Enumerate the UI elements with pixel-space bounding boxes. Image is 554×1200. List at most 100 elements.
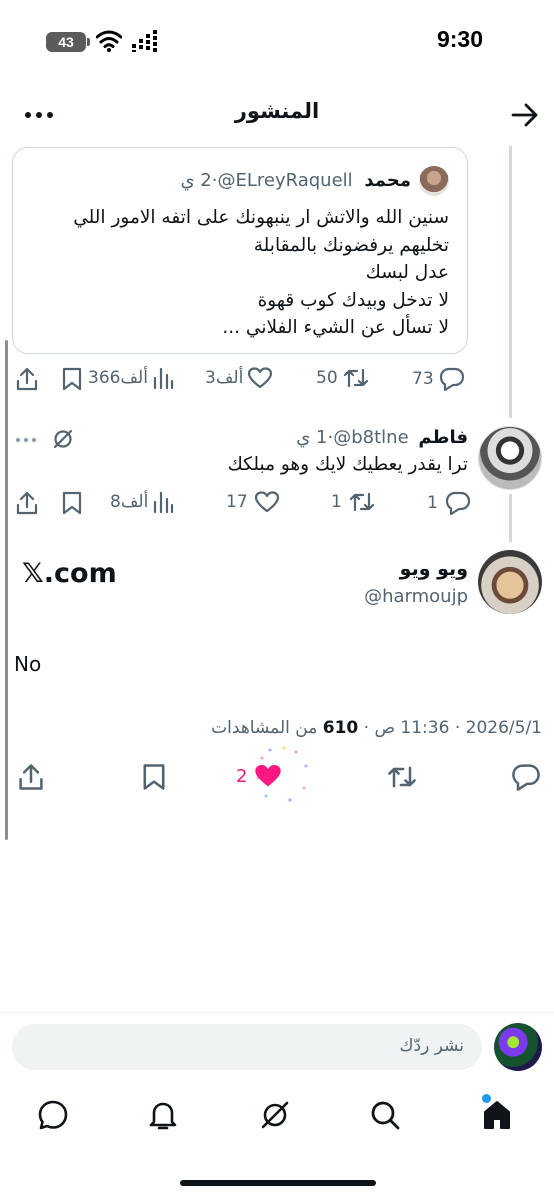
views-count: 8ألف [110, 492, 149, 512]
views-button[interactable]: 8ألف [110, 490, 174, 514]
author-handle: @ELreyRaquell [217, 170, 353, 191]
like-button[interactable]: 3ألف [205, 366, 273, 390]
replies-count: 1 [427, 493, 438, 513]
battery-icon: 43 [46, 32, 86, 52]
post-text: No [14, 652, 42, 676]
header: المنشور [0, 90, 554, 140]
nav-notifications[interactable] [146, 1098, 180, 1132]
repost-button[interactable]: 1 [331, 490, 376, 514]
author-line: محمد @ELreyRaquell·2 ي [180, 170, 411, 191]
analytics-icon [154, 491, 174, 514]
grok-icon [53, 429, 73, 449]
likes-count: 17 [226, 492, 248, 512]
author-name: فاطم [418, 427, 468, 448]
post-date: 2026/5/1 [465, 718, 542, 738]
arrow-right-icon [511, 103, 538, 127]
repost-button[interactable]: 50 [316, 366, 370, 390]
heart-icon [248, 367, 273, 389]
nav-search[interactable] [368, 1098, 402, 1132]
reply-button[interactable]: 73 [412, 366, 466, 392]
bookmark-icon [62, 367, 82, 391]
comment-icon [445, 491, 470, 516]
bookmark-button[interactable] [60, 490, 84, 516]
replies-count: 73 [412, 369, 434, 389]
author-handle: @b8tlne [333, 427, 409, 448]
views-button[interactable]: 366ألف [88, 366, 174, 390]
more-options-button[interactable] [14, 430, 38, 450]
reposts-count: 1 [331, 492, 342, 512]
source-label: 𝕏.com [22, 558, 117, 589]
back-button[interactable] [510, 102, 540, 128]
repost-button[interactable] [386, 762, 418, 792]
like-button[interactable]: 2 [236, 762, 283, 790]
author-handle: @harmoujp [364, 586, 468, 607]
grok-icon [261, 1101, 289, 1129]
post-time: 2 ي [180, 170, 212, 191]
nav-home[interactable] [480, 1098, 514, 1132]
repost-icon [388, 766, 416, 788]
analytics-icon [153, 367, 174, 390]
composer-divider [0, 1012, 554, 1013]
post-text: ترا يقدر يعطيك لايك وهو مبلكك [227, 454, 468, 475]
share-button[interactable] [16, 762, 46, 792]
author-name: ويو ويو [399, 558, 468, 580]
share-button[interactable] [14, 490, 40, 516]
likes-count: 3ألف [205, 368, 244, 388]
more-horizontal-icon [16, 438, 36, 442]
more-options-button[interactable] [22, 100, 58, 130]
repost-icon [349, 492, 374, 512]
comment-icon [439, 367, 464, 392]
reply-button[interactable]: 1 [427, 490, 472, 516]
home-icon [484, 1101, 510, 1129]
reply-button[interactable] [510, 762, 542, 792]
share-icon [16, 367, 38, 391]
battery-level: 43 [58, 34, 74, 50]
home-indicator [180, 1180, 376, 1186]
bookmark-icon [143, 764, 165, 790]
separator: · [358, 718, 375, 738]
views-count: 366ألف [88, 368, 148, 388]
nav-messages[interactable] [36, 1098, 70, 1132]
quoted-post-card[interactable]: محمد @ELreyRaquell·2 ي سنين الله والاتش … [12, 147, 468, 354]
search-icon [371, 1101, 400, 1130]
share-button[interactable] [14, 366, 40, 392]
notification-dot [482, 1094, 491, 1103]
views-count: 610 [322, 718, 359, 738]
reply-placeholder: نشر ردّك [399, 1036, 464, 1056]
post-header: فاطم @b8tlne·1 ي [296, 427, 468, 448]
bookmark-button[interactable] [60, 366, 84, 392]
nav-grok[interactable] [258, 1098, 292, 1132]
post-header: محمد @ELreyRaquell·2 ي [65, 166, 449, 196]
reposts-count: 50 [316, 368, 338, 388]
bell-icon [149, 1102, 177, 1130]
avatar[interactable] [478, 550, 542, 614]
status-bar: 43 9:30 [0, 0, 554, 84]
likes-count: 2 [236, 765, 248, 787]
comment-icon [512, 764, 540, 791]
post-time: 11:36 ص [374, 718, 450, 738]
post-meta: 2026/5/1 · 11:36 ص · 610 من المشاهدات [211, 718, 542, 738]
text-line: تخليهم يرفضونك بالمقابلة [253, 234, 449, 256]
clock: 9:30 [436, 26, 484, 52]
main-post-actions: 2 [0, 746, 554, 802]
bookmark-button[interactable] [140, 762, 168, 792]
reply-input[interactable]: نشر ردّك [12, 1024, 482, 1070]
bottom-nav [0, 1086, 554, 1156]
like-button[interactable]: 17 [226, 490, 280, 514]
repost-icon [343, 368, 368, 388]
bookmark-icon [62, 491, 82, 515]
share-icon [19, 764, 43, 790]
avatar [419, 166, 449, 196]
avatar[interactable] [478, 426, 542, 490]
text-line: لا تسأل عن الشيء الفلاني ... [222, 317, 449, 338]
heart-filled-icon [255, 765, 282, 787]
wifi-icon [96, 30, 122, 52]
text-line: سنين الله والاتش ار ينبهونك على اتفه الا… [73, 207, 449, 228]
text-line: عدل لبسك [365, 262, 449, 283]
block-icon-button[interactable] [52, 428, 74, 450]
user-avatar[interactable] [494, 1023, 542, 1071]
messages-icon [38, 1100, 68, 1130]
author-name: محمد [364, 170, 411, 191]
text-line: لا تدخل وبيدك كوب قهوة [257, 289, 449, 311]
quoted-post-actions: 366ألف 3ألف 50 73 [0, 364, 554, 396]
